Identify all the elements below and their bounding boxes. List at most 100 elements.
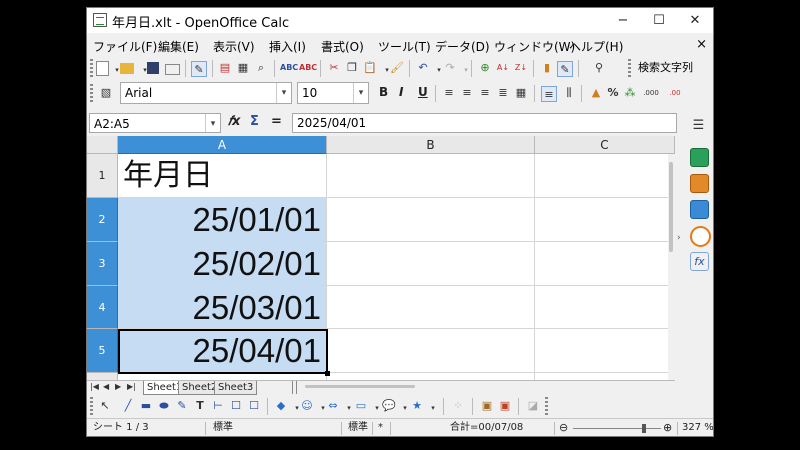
bold-button[interactable]: B — [379, 85, 388, 99]
horizontal-scrollbar[interactable] — [299, 384, 419, 390]
menu-file[interactable]: ファイル(F) — [93, 38, 157, 55]
merge-cells-icon[interactable]: ▦ — [513, 85, 529, 101]
email-icon[interactable] — [165, 64, 180, 75]
zoom-slider-knob[interactable] — [642, 424, 646, 433]
underline-button[interactable]: U — [418, 85, 428, 99]
align-center-icon[interactable]: ≡ — [459, 85, 475, 101]
toolbar-grip[interactable] — [545, 397, 548, 416]
undo-icon[interactable]: ↶ — [415, 60, 431, 76]
close-button[interactable]: ✕ — [677, 8, 713, 33]
vertical-scrollbar[interactable] — [668, 154, 675, 380]
maximize-button[interactable]: ☐ — [641, 8, 677, 33]
function-wizard-icon[interactable]: 𝑓x — [228, 114, 240, 129]
cell-b2[interactable] — [327, 198, 535, 242]
row-header-5[interactable]: 5 — [87, 329, 118, 373]
align-top-icon[interactable]: ≡ — [541, 86, 557, 102]
find-text-label[interactable]: 検索文字列 — [638, 59, 706, 77]
toolbar-grip[interactable] — [628, 59, 631, 78]
tab-splitter[interactable] — [292, 381, 297, 394]
spellcheck-icon[interactable]: ABC — [280, 60, 298, 76]
cell-c2[interactable] — [535, 198, 675, 242]
sidebar-collapse-icon[interactable]: › — [677, 233, 681, 243]
symbol-shapes-icon[interactable]: ☺ — [299, 398, 315, 414]
export-pdf-icon[interactable]: ▤ — [217, 60, 233, 76]
styles-icon[interactable] — [690, 174, 709, 193]
cell-a4[interactable]: 25/03/01 — [118, 286, 327, 329]
line-icon[interactable]: ╱ — [120, 398, 136, 414]
gallery-icon[interactable] — [690, 200, 709, 219]
hyperlink-icon[interactable]: ⊕ — [477, 60, 493, 76]
select-all-corner[interactable] — [87, 136, 118, 154]
freeform-icon[interactable]: ✎ — [174, 398, 190, 414]
cell-c5[interactable] — [535, 329, 675, 373]
cell-b5[interactable] — [327, 329, 535, 373]
select-arrow-icon[interactable]: ↖ — [97, 398, 113, 414]
vertical-text-icon[interactable]: ⊢ — [210, 398, 226, 414]
italic-button[interactable]: I — [399, 85, 403, 99]
zoom-in-icon[interactable]: ⊕ — [663, 419, 672, 436]
sort-descending-icon[interactable]: Z↓ — [513, 60, 529, 76]
callouts-icon[interactable]: 💬 — [381, 398, 397, 414]
functions-icon[interactable]: fx — [690, 252, 709, 271]
navigator-icon[interactable] — [690, 226, 711, 247]
menu-format[interactable]: 書式(O) — [321, 38, 364, 55]
menu-insert[interactable]: 挿入(I) — [269, 38, 306, 55]
sheet-tab-3[interactable]: Sheet3 — [214, 381, 258, 395]
sum-icon[interactable]: Σ — [250, 114, 259, 129]
menu-view[interactable]: 表示(V) — [213, 38, 255, 55]
stars-icon[interactable]: ★ — [409, 398, 425, 414]
last-sheet-icon[interactable]: ▶| — [127, 382, 136, 391]
points-icon[interactable]: ⁘ — [450, 398, 466, 414]
cell-b6[interactable] — [327, 373, 535, 380]
align-right-icon[interactable]: ≡ — [477, 85, 493, 101]
autospellcheck-icon[interactable]: ABC — [299, 60, 317, 76]
toolbar-grip[interactable] — [90, 397, 93, 416]
cell-a3[interactable]: 25/02/01 — [118, 242, 327, 286]
basic-shapes-icon[interactable]: ◆ — [273, 398, 289, 414]
cell-c3[interactable] — [535, 242, 675, 286]
text-icon[interactable]: T — [192, 398, 208, 414]
currency-icon[interactable]: ▲ — [588, 85, 604, 101]
selection-sum[interactable]: 合計=00/07/08 — [450, 419, 523, 436]
cell-a5[interactable]: 25/04/01 — [118, 329, 327, 373]
paste-icon[interactable]: 📋 — [362, 60, 378, 76]
menu-data[interactable]: データ(D) — [435, 38, 490, 55]
next-sheet-icon[interactable]: ▶ — [115, 382, 121, 391]
callout-icon[interactable]: ☐ — [228, 398, 244, 414]
font-name-combo[interactable]: Arial ▾ — [120, 82, 292, 104]
cut-icon[interactable]: ✂ — [326, 60, 342, 76]
cell-c1[interactable] — [535, 154, 675, 198]
cell-b4[interactable] — [327, 286, 535, 329]
document-close-icon[interactable]: × — [696, 37, 707, 52]
insert-chart-icon[interactable]: ▮ — [539, 60, 555, 76]
remove-decimal-button[interactable]: .00 — [665, 85, 685, 101]
ellipse-icon[interactable]: ⬬ — [156, 398, 172, 414]
cell-c6[interactable] — [535, 373, 675, 380]
copy-icon[interactable]: ❐ — [344, 60, 360, 76]
stars-dropdown-icon[interactable]: ▾ — [425, 400, 441, 416]
zoom-out-icon[interactable]: ⊖ — [559, 419, 568, 436]
font-size-combo[interactable]: 10 ▾ — [297, 82, 369, 104]
print-icon[interactable]: ▦ — [235, 60, 251, 76]
zoom-level[interactable]: 327 % — [682, 419, 713, 436]
redo-icon[interactable]: ↷ — [442, 60, 458, 76]
menu-edit[interactable]: 編集(E) — [158, 38, 199, 55]
edit-file-icon[interactable]: ✎ — [191, 61, 207, 77]
align-left-icon[interactable]: ≡ — [441, 85, 457, 101]
row-header-2[interactable]: 2 — [87, 198, 118, 242]
row-header-4[interactable]: 4 — [87, 286, 118, 329]
column-header-b[interactable]: B — [327, 136, 535, 154]
block-arrows-icon[interactable]: ⇔ — [325, 398, 341, 414]
cell-a2[interactable]: 25/01/01 — [118, 198, 327, 242]
row-header-1[interactable]: 1 — [87, 154, 118, 198]
menu-window[interactable]: ウィンドウ(W) — [494, 38, 575, 55]
first-sheet-icon[interactable]: |◀ — [90, 382, 99, 391]
cell-b3[interactable] — [327, 242, 535, 286]
clone-formatting-icon[interactable]: 🖌 — [389, 60, 405, 76]
sort-ascending-icon[interactable]: A↓ — [495, 60, 511, 76]
toolbar-grip[interactable] — [90, 84, 93, 103]
cell-b1[interactable] — [327, 154, 535, 198]
rectangle-icon[interactable]: ▬ — [138, 398, 154, 414]
row-header-3[interactable]: 3 — [87, 242, 118, 286]
number-format-standard-icon[interactable]: ⁂ — [622, 85, 638, 101]
